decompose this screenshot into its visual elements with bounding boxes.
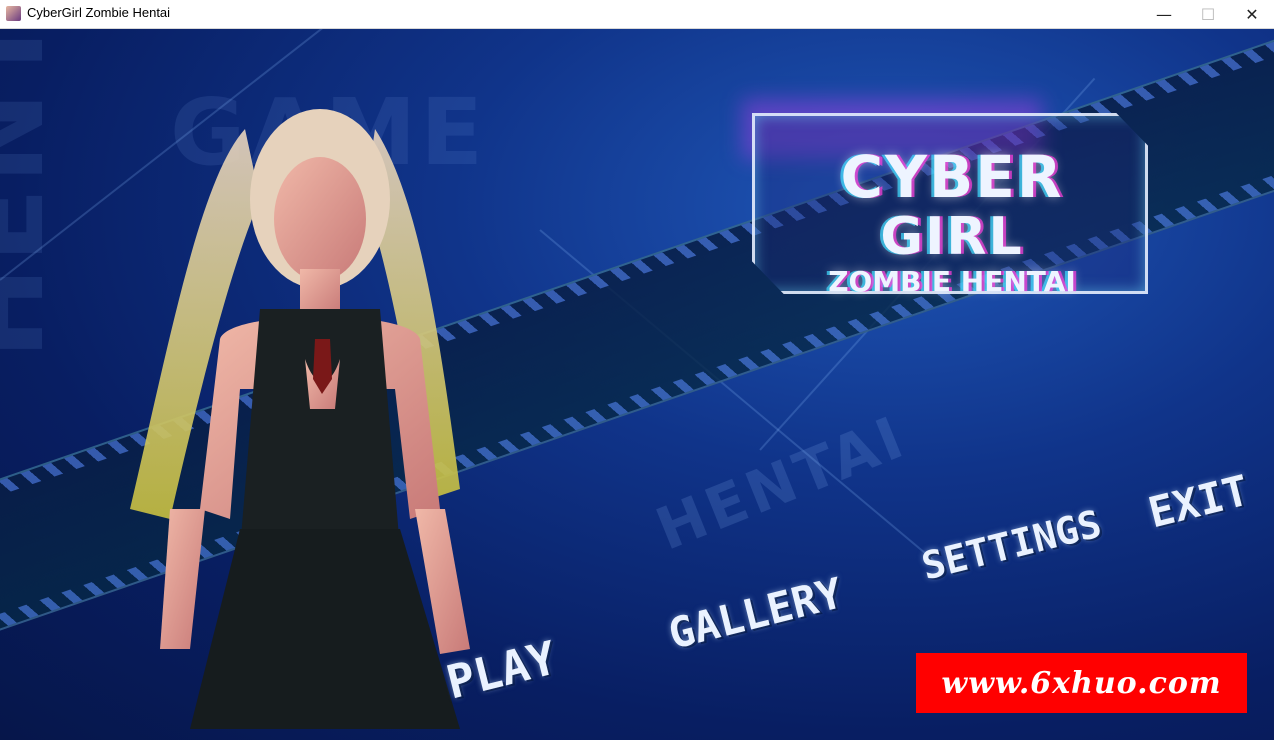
logo-line-cyber: CYBER bbox=[840, 143, 1064, 211]
background-text-hentai-vertical: HENTAI bbox=[0, 29, 68, 359]
close-button[interactable]: ✕ bbox=[1229, 0, 1274, 28]
minimize-button[interactable]: — bbox=[1141, 0, 1187, 28]
title-bar: CyberGirl Zombie Hentai — ☐ ✕ bbox=[0, 0, 1274, 29]
logo-line-subtitle: ZOMBIE HENTAI bbox=[828, 265, 1076, 298]
game-logo: CYBER GIRL ZOMBIE HENTAI bbox=[742, 99, 1162, 317]
maximize-icon: ☐ bbox=[1200, 4, 1216, 24]
watermark-banner: www.6xhuo.com bbox=[916, 653, 1247, 713]
app-icon bbox=[6, 6, 21, 21]
logo-line-girl: GIRL bbox=[880, 207, 1024, 267]
main-menu-scene: GAME HENTAI HENTAI bbox=[0, 29, 1274, 740]
gallery-button[interactable]: GALLERY bbox=[664, 568, 848, 658]
settings-button[interactable]: SETTINGS bbox=[917, 502, 1105, 589]
exit-button[interactable]: EXIT bbox=[1144, 465, 1254, 537]
minimize-icon: — bbox=[1156, 4, 1172, 24]
game-window: CyberGirl Zombie Hentai — ☐ ✕ GAME HENTA… bbox=[0, 0, 1274, 740]
watermark-text: www.6xhuo.com bbox=[941, 665, 1222, 701]
close-icon: ✕ bbox=[1245, 4, 1259, 24]
character-illustration bbox=[130, 109, 470, 729]
maximize-button[interactable]: ☐ bbox=[1185, 0, 1231, 28]
window-title: CyberGirl Zombie Hentai bbox=[27, 5, 171, 20]
